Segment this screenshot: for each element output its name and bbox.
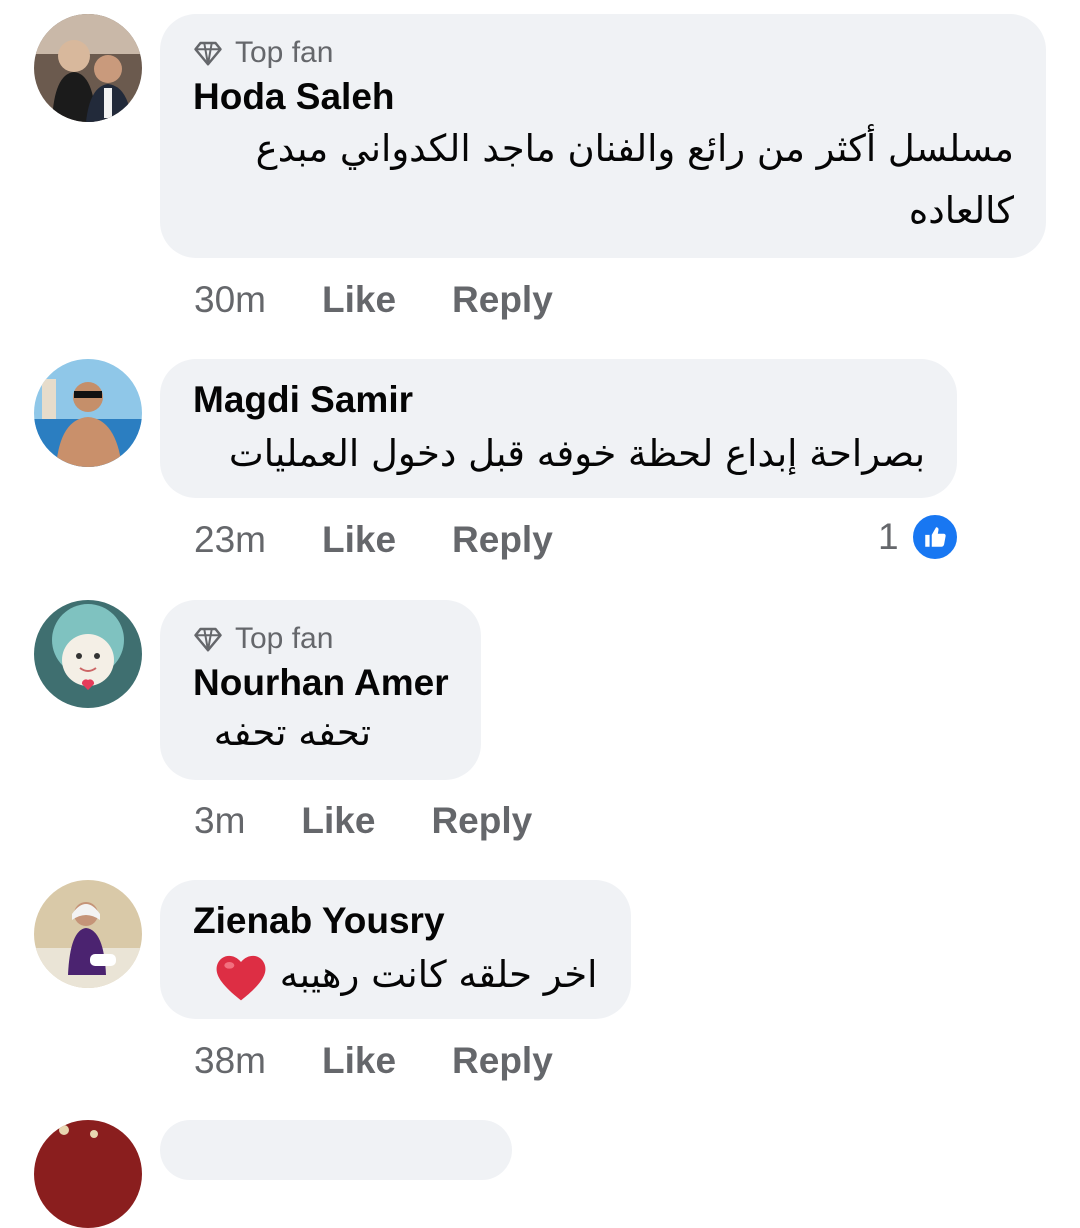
- like-button[interactable]: Like: [322, 1040, 396, 1082]
- avatar[interactable]: [34, 880, 142, 988]
- reaction-summary[interactable]: 1: [878, 513, 959, 561]
- like-button[interactable]: Like: [322, 279, 396, 321]
- diamond-icon: [194, 627, 222, 652]
- timestamp[interactable]: 3m: [194, 800, 245, 842]
- comment-text-body: اخر حلقه كانت رهيبه: [279, 953, 598, 996]
- top-fan-badge: Top fan: [193, 622, 333, 656]
- top-fan-badge: Top fan: [193, 36, 333, 70]
- reply-button[interactable]: Reply: [452, 519, 553, 561]
- like-button[interactable]: Like: [322, 519, 396, 561]
- reply-button[interactable]: Reply: [452, 279, 553, 321]
- comment-bubble: Zienab Yousry اخر حلقه كانت رهيبه: [160, 880, 631, 1019]
- comment-text-line-1: مسلسل أكثر من رائع والفنان ماجد الكدواني…: [255, 127, 1014, 170]
- comment-actions: 30m Like Reply: [194, 278, 553, 322]
- badge-label: Top fan: [235, 36, 334, 69]
- avatar[interactable]: [34, 600, 142, 708]
- timestamp[interactable]: 30m: [194, 279, 266, 321]
- like-button[interactable]: Like: [301, 800, 375, 842]
- avatar[interactable]: [34, 1120, 142, 1228]
- timestamp[interactable]: 23m: [194, 519, 266, 561]
- timestamp[interactable]: 38m: [194, 1040, 266, 1082]
- heart-icon: [216, 955, 266, 1000]
- badge-label: Top fan: [235, 622, 334, 655]
- reply-button[interactable]: Reply: [431, 800, 532, 842]
- comment-text: تحفه تحفه: [213, 711, 371, 754]
- reply-button[interactable]: Reply: [452, 1040, 553, 1082]
- comment-actions: 23m Like Reply: [194, 518, 553, 562]
- comment-text-line-2: كالعاده: [908, 189, 1014, 232]
- thumbs-up-icon: [910, 513, 959, 561]
- reaction-count: 1: [878, 516, 899, 557]
- comment-bubble: Top fan Nourhan Amer تحفه تحفه: [160, 600, 481, 780]
- comment-bubble: Magdi Samir بصراحة إبداع لحظة خوفه قبل د…: [160, 359, 957, 498]
- comment-bubble: Top fan Hoda Saleh مسلسل أكثر من رائع وا…: [160, 14, 1046, 258]
- comment-text: بصراحة إبداع لحظة خوفه قبل دخول العمليات: [228, 432, 925, 475]
- author-name[interactable]: Magdi Samir: [193, 379, 413, 421]
- author-name[interactable]: Zienab Yousry: [193, 900, 445, 942]
- comment-actions: 38m Like Reply: [194, 1039, 553, 1083]
- avatar[interactable]: [34, 14, 142, 122]
- author-name[interactable]: Hoda Saleh: [193, 76, 395, 118]
- author-name[interactable]: Nourhan Amer: [193, 662, 449, 704]
- comment-bubble: [160, 1120, 512, 1180]
- diamond-icon: [194, 41, 222, 66]
- avatar[interactable]: [34, 359, 142, 467]
- comment-text: اخر حلقه كانت رهيبه: [204, 944, 597, 1006]
- comment-actions: 3m Like Reply: [194, 799, 532, 843]
